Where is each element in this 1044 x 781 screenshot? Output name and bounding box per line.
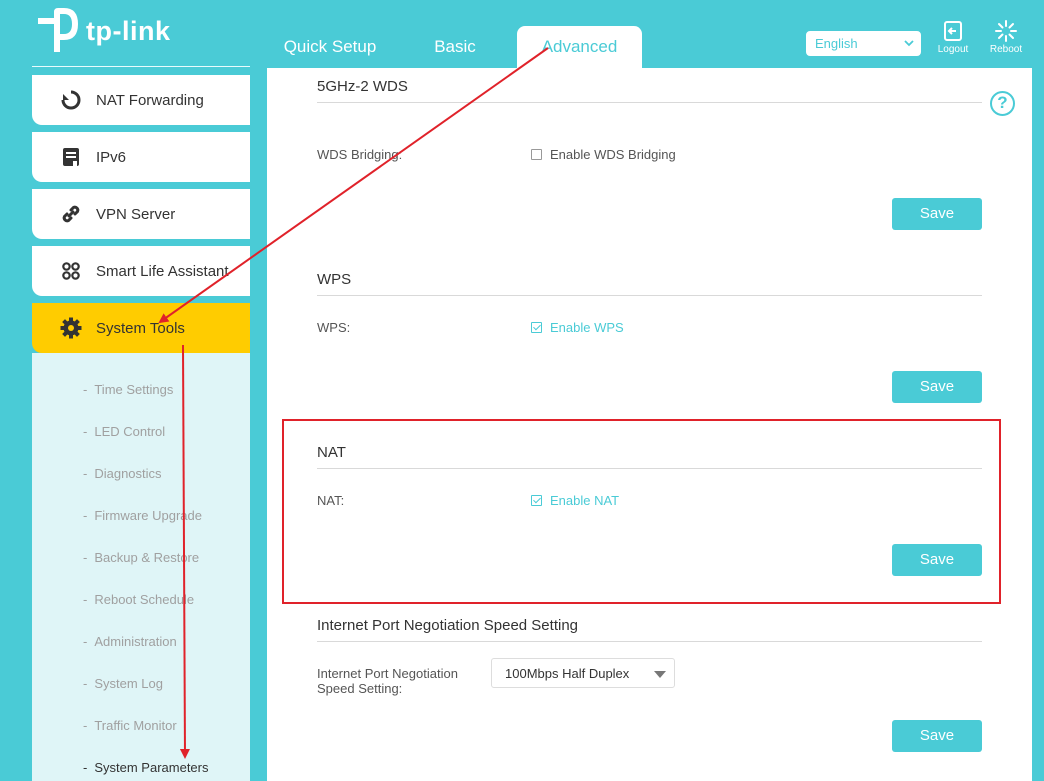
sidebar-item-smart-life-assistant[interactable]: Smart Life Assistant — [32, 246, 250, 296]
nat-save-button[interactable]: Save — [892, 544, 982, 576]
sidebar-item-label: System Tools — [96, 319, 185, 337]
wds-bridging-label: WDS Bridging: — [317, 147, 403, 162]
port-speed-select[interactable]: 100Mbps Half Duplex — [491, 658, 675, 688]
submenu-item-diagnostics[interactable]: - Diagnostics — [83, 466, 162, 481]
wds-save-button[interactable]: Save — [892, 198, 982, 230]
wps-label: WPS: — [317, 320, 351, 335]
sidebar-item-ipv6[interactable]: IPv6 — [32, 132, 250, 182]
gear-icon — [57, 314, 85, 342]
reboot-label: Reboot — [989, 44, 1023, 55]
submenu-item-traffic-monitor[interactable]: - Traffic Monitor — [83, 718, 177, 733]
section-divider — [317, 102, 982, 103]
smart-life-icon — [57, 257, 85, 285]
checkbox-icon — [531, 149, 542, 160]
logo-divider — [32, 66, 250, 67]
section-title-nat: NAT — [317, 444, 346, 461]
checkbox-label: Enable WDS Bridging — [550, 147, 676, 162]
logout-label: Logout — [937, 44, 969, 55]
tab-advanced[interactable]: Advanced — [517, 26, 642, 70]
submenu-item-system-parameters[interactable]: - System Parameters — [83, 760, 209, 775]
submenu-item-reboot-schedule[interactable]: - Reboot Schedule — [83, 592, 194, 607]
ipv6-icon — [57, 143, 85, 171]
sidebar-item-vpn-server[interactable]: VPN Server — [32, 189, 250, 239]
section-title-wds: 5GHz-2 WDS — [317, 78, 408, 95]
reboot-icon — [995, 20, 1017, 42]
wds-bridging-checkbox[interactable]: Enable WDS Bridging — [531, 147, 676, 162]
port-speed-label: Internet Port Negotiation Speed Setting: — [317, 666, 458, 696]
sidebar-item-label: Smart Life Assistant — [96, 262, 229, 280]
sidebar-item-system-tools[interactable]: System Tools — [32, 303, 250, 353]
dropdown-arrow-icon — [654, 671, 666, 678]
logout-button[interactable]: Logout — [929, 20, 977, 55]
submenu-item-backup-restore[interactable]: - Backup & Restore — [83, 550, 199, 565]
vpn-link-icon — [57, 200, 85, 228]
submenu-item-administration[interactable]: - Administration — [83, 634, 177, 649]
sidebar-item-nat-forwarding[interactable]: NAT Forwarding — [32, 75, 250, 125]
section-divider — [317, 468, 982, 469]
checkbox-label: Enable WPS — [550, 320, 624, 335]
tab-quick-setup[interactable]: Quick Setup — [273, 26, 387, 68]
port-speed-save-button[interactable]: Save — [892, 720, 982, 752]
section-title-port-speed: Internet Port Negotiation Speed Setting — [317, 617, 579, 634]
wps-checkbox[interactable]: Enable WPS — [531, 320, 624, 335]
nat-checkbox[interactable]: Enable NAT — [531, 493, 619, 508]
tab-basic[interactable]: Basic — [417, 26, 493, 68]
sidebar-item-label: VPN Server — [96, 205, 176, 223]
settings-panel: ? 5GHz-2 WDS WDS Bridging: Enable WDS Br… — [267, 68, 1032, 781]
brand-name: tp-link — [86, 16, 171, 46]
language-select[interactable]: English — [806, 31, 921, 56]
reboot-button[interactable]: Reboot — [982, 20, 1030, 55]
checkbox-checked-icon — [531, 495, 542, 506]
submenu-item-system-log[interactable]: - System Log — [83, 676, 163, 691]
language-value: English — [815, 36, 858, 51]
nat-label: NAT: — [317, 493, 345, 508]
port-speed-value: 100Mbps Half Duplex — [505, 666, 630, 681]
system-tools-submenu: - Time Settings - LED Control - Diagnostics… — [32, 353, 250, 781]
sidebar-item-label: NAT Forwarding — [96, 91, 204, 109]
checkbox-label: Enable NAT — [550, 493, 620, 508]
checkbox-checked-icon — [531, 322, 542, 333]
help-button[interactable]: ? — [990, 91, 1015, 116]
submenu-item-firmware-upgrade[interactable]: - Firmware Upgrade — [83, 508, 202, 523]
submenu-item-led-control[interactable]: - LED Control — [83, 424, 165, 439]
nat-forwarding-icon — [57, 86, 85, 114]
chevron-down-icon — [904, 40, 914, 47]
sidebar-item-label: IPv6 — [96, 148, 127, 166]
submenu-item-time-settings[interactable]: - Time Settings — [83, 382, 173, 397]
section-title-wps: WPS — [317, 271, 352, 288]
section-divider — [317, 641, 982, 642]
section-divider — [317, 295, 982, 296]
logout-icon — [944, 21, 962, 41]
wps-save-button[interactable]: Save — [892, 371, 982, 403]
